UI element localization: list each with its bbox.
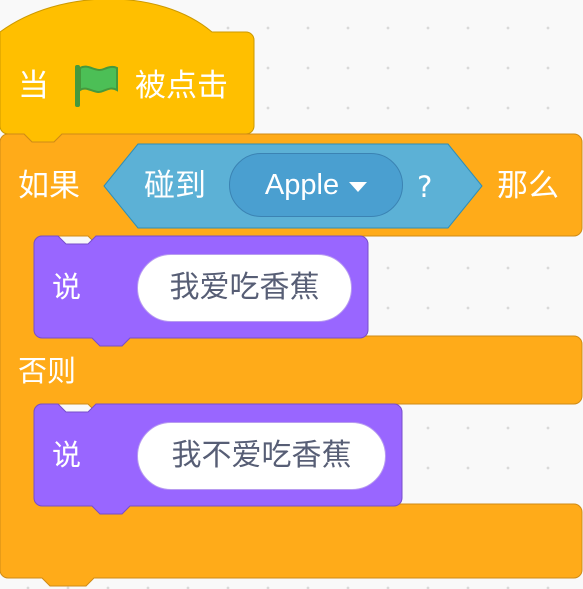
say-message-input-else[interactable]: 我不爱吃香蕉 <box>137 422 386 490</box>
touching-target-value: Apple <box>264 168 340 201</box>
dropdown-arrow-icon <box>349 182 368 192</box>
then-label: 那么 <box>497 168 559 204</box>
if-label: 如果 <box>18 168 80 204</box>
green-flag-icon[interactable] <box>72 63 120 109</box>
say-label-then: 说 <box>52 270 82 304</box>
say-label-else: 说 <box>52 438 82 472</box>
touching-target-dropdown[interactable]: Apple <box>229 153 403 217</box>
question-mark-label: ? <box>417 170 433 204</box>
say-message-input-then[interactable]: 我爱吃香蕉 <box>137 254 352 322</box>
clicked-label: 被点击 <box>135 68 228 104</box>
touching-label: 碰到 <box>144 168 206 204</box>
else-label: 否则 <box>18 354 77 388</box>
when-label: 当 <box>18 68 49 104</box>
